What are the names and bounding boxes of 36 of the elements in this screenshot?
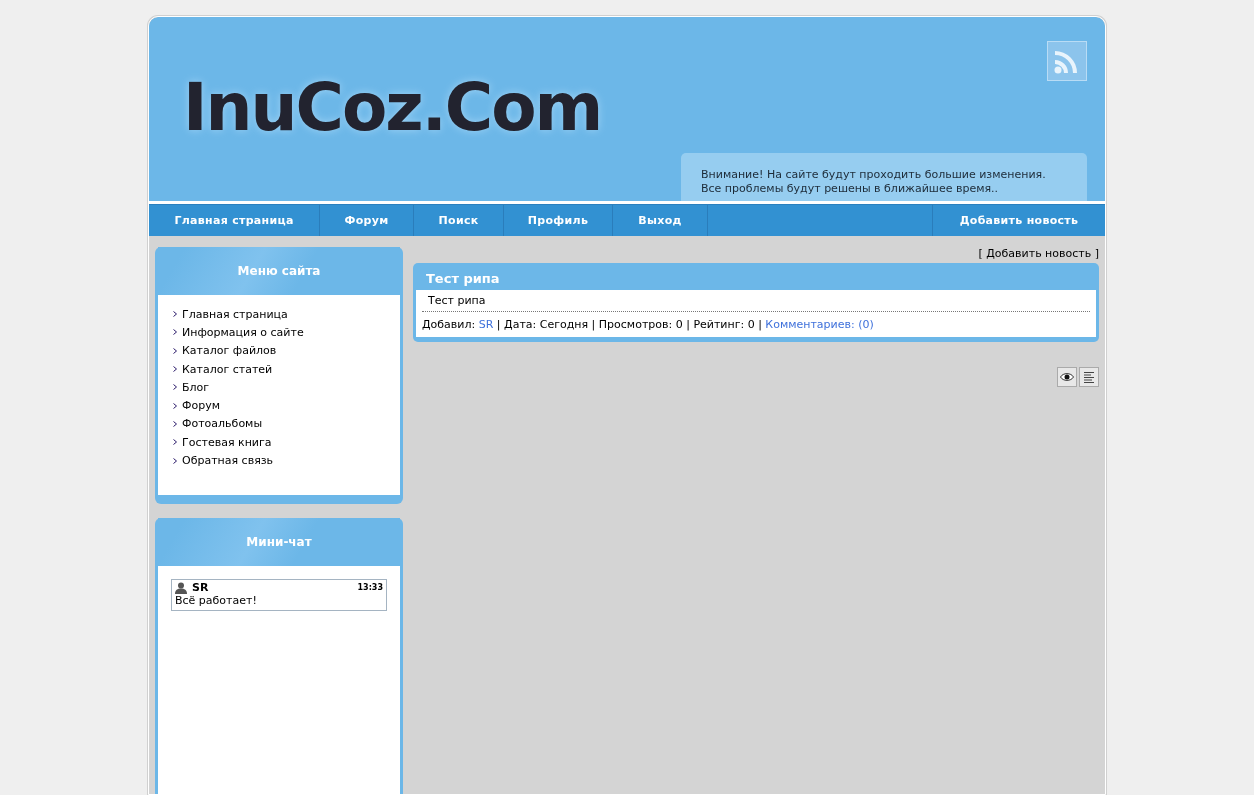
entry-text: Тест рипа	[422, 294, 1090, 312]
entry-meta: Добавил: SR | Дата: Сегодня | Просмотров: 0 | Рейтинг: 0 | Комментариев: (0)	[422, 317, 875, 333]
menu-link[interactable]: Блог	[182, 380, 210, 394]
chevron-icon	[173, 420, 177, 427]
chat-text: Всё работает!	[175, 594, 258, 607]
user-icon	[175, 581, 187, 594]
panel-title: Мини-чат	[246, 535, 312, 549]
menu-link[interactable]: Форум	[182, 399, 220, 413]
chevron-icon	[173, 329, 177, 336]
notice-text: Внимание! На сайте будут проходить большие изменения.	[701, 168, 1047, 182]
menu-link[interactable]: Каталог файлов	[182, 344, 277, 358]
add-news-link[interactable]: [ Добавить новость ]	[978, 247, 1099, 260]
text-view-button[interactable]	[1079, 367, 1099, 387]
menu-link[interactable]: Гостевая книга	[182, 435, 272, 449]
chevron-icon	[173, 439, 177, 446]
view-button[interactable]	[1057, 367, 1077, 387]
meta-link[interactable]: Комментариев: (0)	[765, 318, 874, 331]
menu-link[interactable]: Фотоальбомы	[182, 417, 263, 431]
chevron-icon	[173, 311, 177, 318]
lines-icon	[1083, 371, 1095, 383]
chevron-icon	[173, 366, 177, 373]
menu-link[interactable]: Главная страница	[182, 307, 288, 321]
meta-link[interactable]: SR	[478, 318, 494, 331]
menu-link[interactable]: Информация о сайте	[182, 325, 304, 339]
eye-icon	[1060, 372, 1074, 382]
panel-title: Меню сайта	[237, 264, 321, 278]
chat-username[interactable]: SR	[192, 581, 209, 594]
notice-text: Все проблемы будут решены в ближайшее время..	[701, 182, 1000, 196]
chat-time: 13:33	[357, 583, 383, 592]
chevron-icon	[173, 402, 177, 409]
site-logo[interactable]: InuCoz.Com	[183, 69, 602, 146]
chevron-icon	[173, 347, 177, 354]
menu-link[interactable]: Обратная связь	[182, 454, 274, 467]
chevron-icon	[173, 457, 177, 464]
chevron-icon	[173, 384, 177, 391]
menu-link[interactable]: Каталог статей	[182, 362, 273, 376]
